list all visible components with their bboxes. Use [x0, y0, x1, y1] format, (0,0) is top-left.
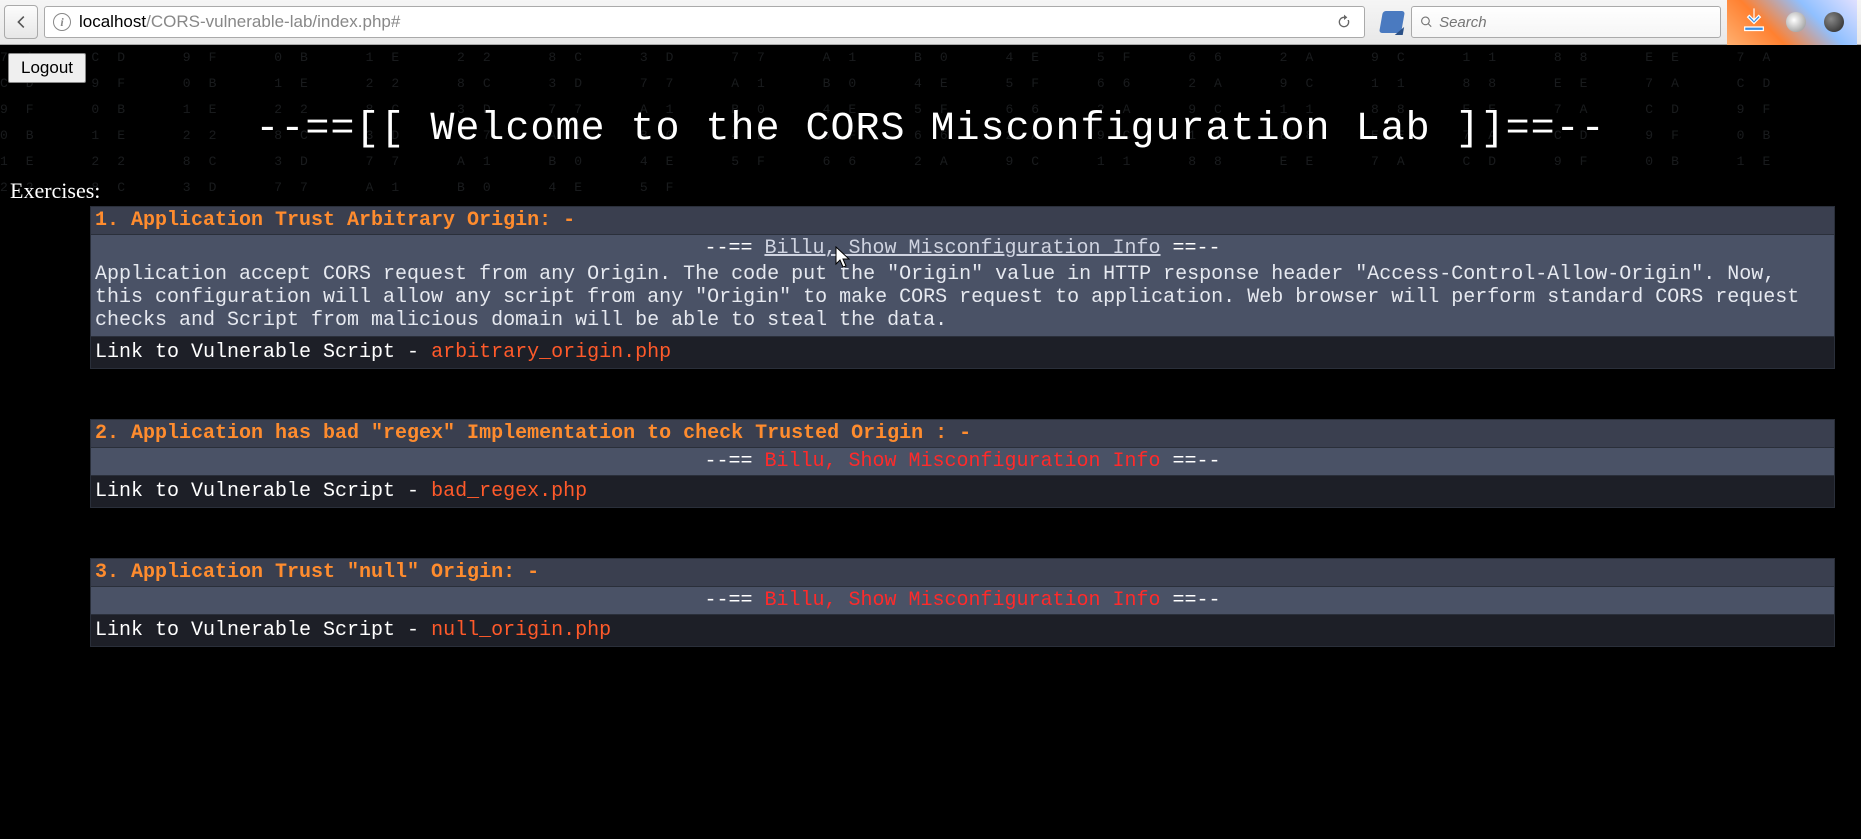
- browser-toolbar: i localhost/CORS-vulnerable-lab/index.ph…: [0, 0, 1861, 45]
- exercise-block: 3. Application Trust "null" Origin: ---=…: [90, 558, 1835, 647]
- arrow-left-icon: [12, 13, 30, 31]
- exercises-label: Exercises:: [8, 178, 1853, 204]
- exercise-list: 1. Application Trust Arbitrary Origin: -…: [8, 206, 1853, 647]
- exercise-toggle[interactable]: --== Billu, Show Misconfiguration Info =…: [91, 234, 1834, 262]
- vulnerable-script-link[interactable]: arbitrary_origin.php: [431, 341, 671, 364]
- toggle-prefix: --==: [704, 237, 764, 260]
- link-prefix: Link to Vulnerable Script -: [95, 341, 431, 364]
- orb-icon[interactable]: [1824, 12, 1844, 32]
- vulnerable-script-link[interactable]: null_origin.php: [431, 619, 611, 642]
- link-prefix: Link to Vulnerable Script -: [95, 480, 431, 503]
- toggle-suffix: ==--: [1161, 450, 1221, 473]
- exercise-header: 1. Application Trust Arbitrary Origin: -: [91, 207, 1834, 234]
- url-text: localhost/CORS-vulnerable-lab/index.php#: [79, 12, 400, 32]
- reload-button[interactable]: [1332, 10, 1356, 34]
- url-host: localhost: [79, 12, 146, 31]
- toggle-prefix: --==: [704, 589, 764, 612]
- url-bar[interactable]: i localhost/CORS-vulnerable-lab/index.ph…: [44, 6, 1365, 38]
- pointer-cursor-icon: [835, 246, 851, 268]
- logout-button[interactable]: Logout: [8, 53, 86, 83]
- info-icon[interactable]: i: [53, 13, 71, 31]
- exercise-linkline: Link to Vulnerable Script - null_origin.…: [91, 614, 1834, 646]
- toggle-link[interactable]: Billu, Show Misconfiguration Info: [764, 450, 1160, 473]
- exercise-block: 2. Application has bad "regex" Implement…: [90, 419, 1835, 508]
- toggle-suffix: ==--: [1161, 589, 1221, 612]
- page-content: Logout --==[[ Welcome to the CORS Miscon…: [0, 45, 1861, 647]
- toggle-suffix: ==--: [1161, 237, 1221, 260]
- exercise-linkline: Link to Vulnerable Script - bad_regex.ph…: [91, 475, 1834, 507]
- page-title: --==[[ Welcome to the CORS Misconfigurat…: [8, 107, 1853, 152]
- exercise-block: 1. Application Trust Arbitrary Origin: -…: [90, 206, 1835, 369]
- url-path: /CORS-vulnerable-lab/index.php#: [146, 12, 400, 31]
- persona-area: [1727, 0, 1857, 45]
- link-prefix: Link to Vulnerable Script -: [95, 619, 431, 642]
- search-box[interactable]: [1411, 6, 1721, 38]
- toggle-link[interactable]: Billu, Show Misconfiguration Info: [764, 589, 1160, 612]
- search-input[interactable]: [1439, 14, 1712, 31]
- exercise-toggle[interactable]: --== Billu, Show Misconfiguration Info =…: [91, 586, 1834, 614]
- reload-icon: [1336, 14, 1352, 30]
- vulnerable-script-link[interactable]: bad_regex.php: [431, 480, 587, 503]
- exercise-description: Application accept CORS request from any…: [91, 262, 1834, 336]
- download-icon[interactable]: [1740, 6, 1768, 39]
- back-button[interactable]: [4, 5, 38, 39]
- search-icon: [1420, 15, 1433, 29]
- exercise-toggle[interactable]: --== Billu, Show Misconfiguration Info =…: [91, 447, 1834, 475]
- exercise-linkline: Link to Vulnerable Script - arbitrary_or…: [91, 336, 1834, 368]
- addon-icon[interactable]: [1786, 12, 1806, 32]
- toggle-link[interactable]: Billu, Show Misconfiguration Info: [764, 237, 1160, 260]
- toggle-prefix: --==: [704, 450, 764, 473]
- exercise-header: 3. Application Trust "null" Origin: -: [91, 559, 1834, 586]
- exercise-header: 2. Application has bad "regex" Implement…: [91, 420, 1834, 447]
- bookmark-tile-icon[interactable]: [1379, 11, 1405, 33]
